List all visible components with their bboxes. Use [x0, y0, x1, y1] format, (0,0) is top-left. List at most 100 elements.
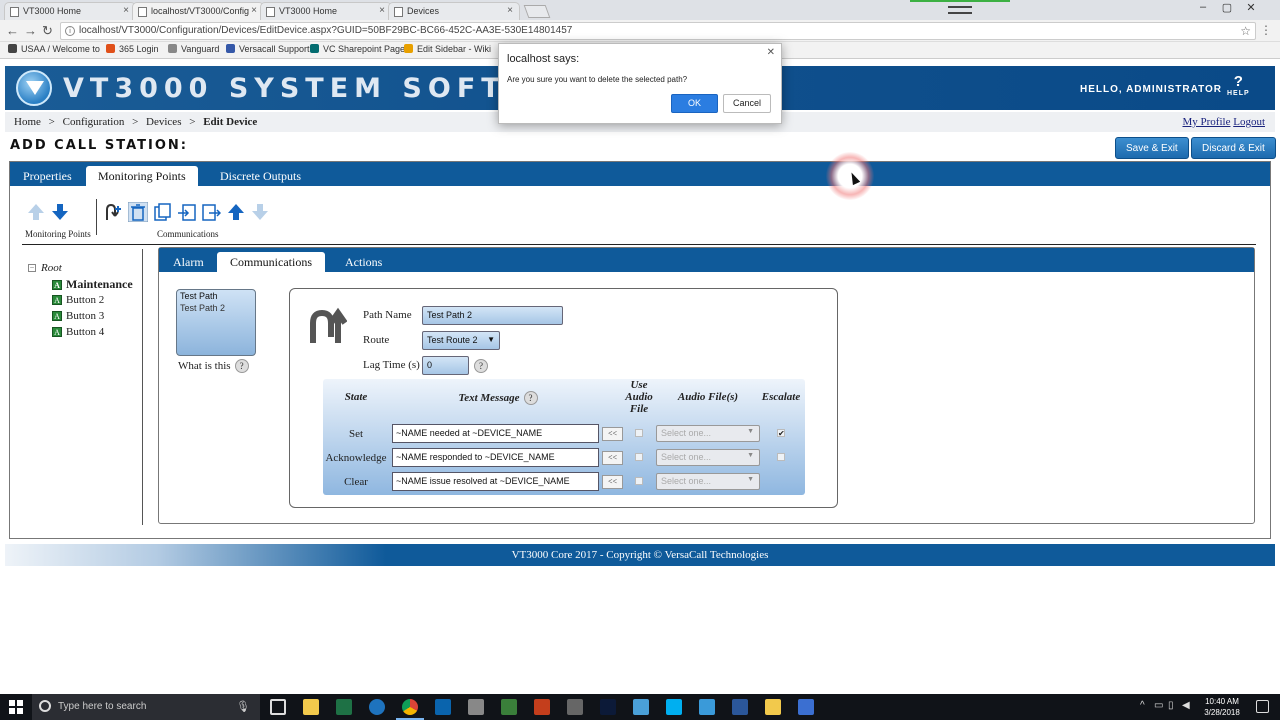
reload-icon[interactable]: ↻ — [42, 23, 53, 39]
photoshop-icon[interactable] — [600, 699, 616, 715]
chrome-icon[interactable] — [396, 699, 424, 720]
close-icon[interactable]: ✕ — [767, 47, 775, 58]
ok-button[interactable]: OK — [671, 94, 718, 113]
vpn-app-icon[interactable] — [699, 699, 715, 715]
tree-item-maintenance[interactable]: A Maintenance — [52, 277, 133, 292]
export-icon[interactable] — [201, 202, 221, 222]
escalate-checkbox-checked[interactable]: ✔ — [777, 429, 785, 438]
path-listbox[interactable]: Test Path Test Path 2 — [176, 289, 256, 356]
outlook-icon[interactable] — [435, 699, 451, 715]
browser-tab-3[interactable]: VT3000 Home × — [260, 2, 392, 20]
restore-icon[interactable]: ▢ — [1216, 1, 1238, 14]
set-message-input[interactable]: ~NAME needed at ~DEVICE_NAME — [392, 424, 599, 443]
browser-tab-4[interactable]: Devices × — [388, 2, 520, 20]
snipping-tool-icon[interactable] — [567, 699, 583, 715]
task-view-icon[interactable] — [270, 699, 286, 715]
tab-alarm[interactable]: Alarm — [160, 252, 217, 272]
path-up-icon[interactable] — [226, 202, 246, 222]
bookmark-usaa[interactable]: USAA / Welcome to — [8, 44, 100, 54]
browser-tab-2[interactable]: localhost/VT3000/Config × — [132, 2, 264, 20]
close-icon[interactable]: × — [251, 5, 257, 16]
menu-icon[interactable]: ⋮ — [1260, 23, 1272, 37]
discard-exit-button[interactable]: Discard & Exit — [1191, 137, 1276, 159]
edge-icon[interactable] — [369, 699, 385, 715]
use-audio-checkbox[interactable] — [635, 453, 643, 461]
bookmark-wiki[interactable]: Edit Sidebar - Wiki — [404, 44, 491, 54]
delete-path-icon[interactable] — [128, 202, 148, 222]
bookmark-star-icon[interactable]: ☆ — [1240, 24, 1251, 38]
battery-icon[interactable]: ▯ — [1168, 700, 1174, 711]
windows-start-icon[interactable] — [9, 700, 23, 714]
network-icon[interactable]: ▭ — [1154, 700, 1163, 711]
question-icon[interactable]: ? — [523, 391, 538, 405]
forward-icon[interactable]: → — [24, 23, 37, 38]
path-name-input[interactable]: Test Path 2 — [422, 306, 563, 325]
app-green-icon[interactable] — [501, 699, 517, 715]
lag-time-input[interactable]: 0 — [422, 356, 469, 375]
taskbar-search-input[interactable]: Type here to search 🎙 — [32, 694, 260, 720]
close-window-icon[interactable]: ✕ — [1240, 1, 1262, 14]
save-exit-button[interactable]: Save & Exit — [1115, 137, 1189, 159]
bookmark-versacall[interactable]: Versacall Support — [226, 44, 310, 54]
url-input[interactable]: i localhost/VT3000/Configuration/Devices… — [60, 22, 1256, 40]
tab-discrete-outputs[interactable]: Discrete Outputs — [208, 166, 313, 186]
cancel-button[interactable]: Cancel — [723, 94, 771, 113]
question-icon[interactable]: ? — [234, 359, 249, 373]
action-center-icon[interactable] — [1256, 700, 1269, 713]
breadcrumb-home[interactable]: Home — [14, 116, 41, 128]
excel-icon[interactable] — [336, 699, 352, 715]
volume-icon[interactable]: ◀ — [1182, 700, 1190, 711]
new-tab-button[interactable] — [523, 5, 551, 18]
bookmark-vanguard[interactable]: Vanguard — [168, 44, 219, 54]
tree-item-button-2[interactable]: A Button 2 — [52, 294, 104, 306]
minimize-icon[interactable]: – — [1192, 1, 1214, 13]
breadcrumb-devices[interactable]: Devices — [146, 116, 181, 128]
tree-item-button-3[interactable]: A Button 3 — [52, 310, 104, 322]
tab-actions[interactable]: Actions — [332, 252, 395, 272]
collapse-icon[interactable]: − — [28, 264, 36, 272]
audio-file-select[interactable]: Select one... ▼ — [656, 449, 760, 466]
add-path-icon[interactable] — [104, 202, 124, 222]
info-icon[interactable]: i — [65, 26, 75, 36]
chat-app-icon[interactable] — [765, 699, 781, 715]
insert-variable-button[interactable]: << — [602, 451, 623, 465]
audio-file-select[interactable]: Select one... ▼ — [656, 425, 760, 442]
tab-communications[interactable]: Communications — [217, 252, 325, 272]
bookmark-365[interactable]: 365 Login — [106, 44, 159, 54]
powerpoint-icon[interactable] — [534, 699, 550, 715]
settings-icon[interactable] — [468, 699, 484, 715]
taskbar-clock[interactable]: 10:40 AM 3/28/2018 — [1196, 696, 1248, 718]
my-profile-link[interactable]: My Profile — [1182, 116, 1230, 128]
logout-link[interactable]: Logout — [1233, 116, 1265, 128]
close-icon[interactable]: × — [379, 5, 385, 16]
import-icon[interactable] — [177, 202, 197, 222]
close-icon[interactable]: × — [507, 5, 513, 16]
use-audio-checkbox[interactable] — [635, 429, 643, 437]
microphone-icon[interactable]: 🎙 — [236, 700, 250, 713]
tree-root[interactable]: − Root — [28, 262, 62, 274]
browser-tab-1[interactable]: VT3000 Home × — [4, 2, 136, 20]
back-icon[interactable]: ← — [6, 23, 19, 38]
list-item[interactable]: Test Path 2 — [177, 302, 255, 314]
tab-properties[interactable]: Properties — [11, 166, 84, 186]
insert-variable-button[interactable]: << — [602, 427, 623, 441]
clear-message-input[interactable]: ~NAME issue resolved at ~DEVICE_NAME — [392, 472, 599, 491]
question-icon[interactable]: ? — [474, 359, 488, 373]
route-select[interactable]: Test Route 2 ▼ — [422, 331, 500, 350]
network-app-icon[interactable] — [633, 699, 649, 715]
copy-icon[interactable] — [153, 202, 173, 222]
close-icon[interactable]: × — [123, 5, 129, 16]
insert-variable-button[interactable]: << — [602, 475, 623, 489]
breadcrumb-configuration[interactable]: Configuration — [63, 116, 125, 128]
app-blue-icon[interactable] — [798, 699, 814, 715]
bookmark-sharepoint[interactable]: VC Sharepoint Page — [310, 44, 405, 54]
tab-monitoring-points[interactable]: Monitoring Points — [86, 166, 198, 186]
audio-file-select[interactable]: Select one... ▼ — [656, 473, 760, 490]
word-icon[interactable] — [732, 699, 748, 715]
list-item[interactable]: Test Path — [177, 290, 255, 302]
use-audio-checkbox[interactable] — [635, 477, 643, 485]
help-button[interactable]: ? Help — [1227, 74, 1250, 98]
what-is-this-help[interactable]: What is this? — [178, 359, 249, 373]
file-explorer-icon[interactable] — [303, 699, 319, 715]
move-down-icon[interactable] — [50, 202, 70, 222]
